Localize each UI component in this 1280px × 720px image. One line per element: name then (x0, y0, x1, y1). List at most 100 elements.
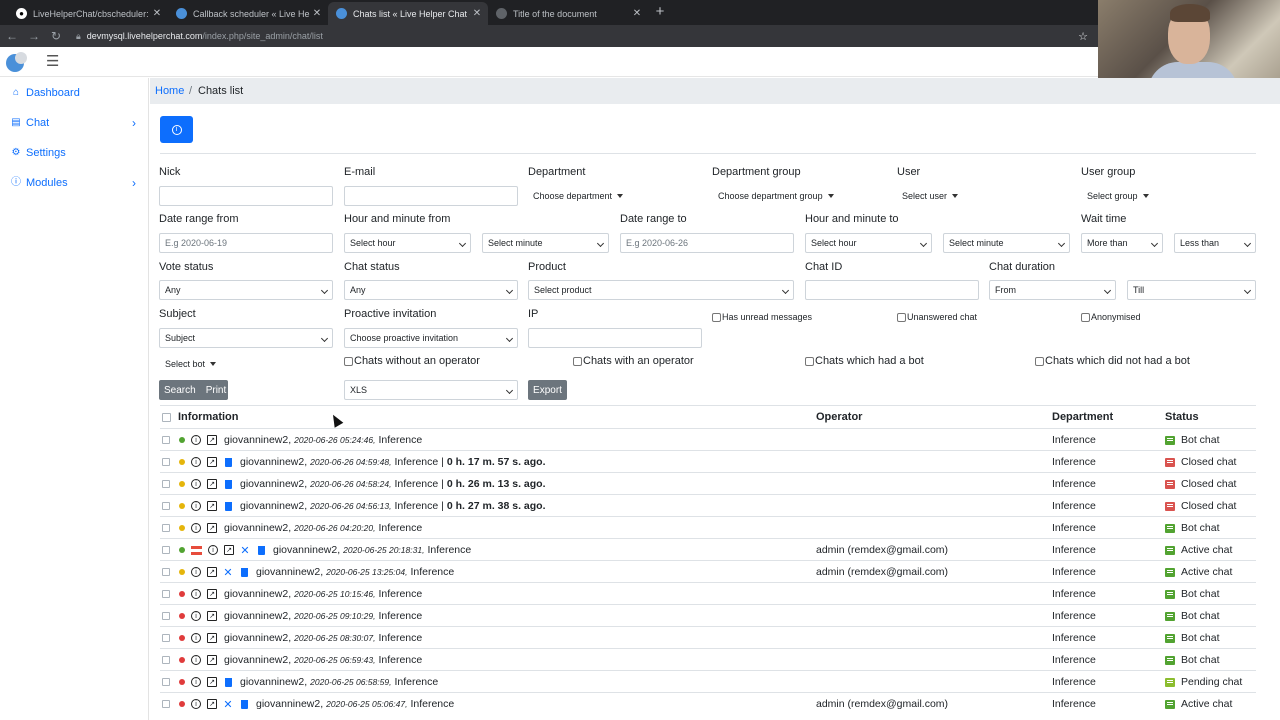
subject-select[interactable]: Subject (159, 328, 333, 348)
chat-nick[interactable]: giovanninew2, (224, 588, 291, 600)
product-select[interactable]: Select product (528, 280, 794, 300)
user-dropdown[interactable]: Select user (897, 186, 958, 206)
close-tab-icon[interactable]: ✕ (150, 8, 164, 19)
chat-nick[interactable]: giovanninew2, (256, 698, 323, 710)
nick-input[interactable] (159, 186, 333, 206)
select-all-checkbox[interactable] (162, 406, 171, 428)
export-format-select[interactable]: XLS (344, 380, 518, 400)
row-checkbox[interactable] (162, 546, 170, 554)
proactive-select[interactable]: Choose proactive invitation (344, 328, 518, 348)
chat-nick[interactable]: giovanninew2, (224, 632, 291, 644)
column-header-information[interactable]: Information (178, 406, 239, 428)
open-chat-icon[interactable]: ↗ (207, 677, 217, 687)
close-tab-icon[interactable]: ✕ (470, 8, 484, 19)
table-row[interactable]: i ↗ giovanninew2, 2020-06-25 09:10:29, Infer… (160, 604, 1256, 626)
table-row[interactable]: i ↗ giovanninew2, 2020-06-25 10:15:46, Infer… (160, 582, 1256, 604)
open-chat-icon[interactable]: ↗ (207, 567, 217, 577)
row-checkbox[interactable] (162, 612, 170, 620)
with-operator-checkbox[interactable]: Chats with an operator (573, 355, 694, 367)
browser-tab[interactable]: Title of the document ✕ (488, 2, 648, 25)
chat-nick[interactable]: giovanninew2, (240, 478, 307, 490)
chat-nick[interactable]: giovanninew2, (224, 434, 291, 446)
back-icon[interactable]: ← (2, 29, 22, 43)
close-chat-icon[interactable]: ✕ (223, 567, 233, 579)
chat-nick[interactable]: giovanninew2, (240, 676, 307, 688)
checkbox-box[interactable] (805, 356, 814, 366)
hour-to-select[interactable]: Select hour (805, 233, 932, 253)
has-unread-checkbox[interactable]: Has unread messages (712, 312, 812, 322)
open-chat-icon[interactable]: ↗ (207, 699, 217, 709)
delete-icon[interactable] (223, 457, 233, 467)
table-row[interactable]: i ↗ giovanninew2, 2020-06-26 04:58:24, Infer… (160, 472, 1256, 494)
ip-input[interactable] (528, 328, 702, 348)
close-chat-icon[interactable]: ✕ (240, 545, 250, 557)
chat-id-input[interactable] (805, 280, 979, 300)
row-checkbox[interactable] (162, 568, 170, 576)
checkbox-box[interactable] (1035, 356, 1044, 366)
chat-nick[interactable]: giovanninew2, (224, 610, 291, 622)
url-host[interactable]: devmysql.livehelperchat.com (87, 31, 203, 41)
info-circle-icon[interactable]: i (191, 699, 201, 709)
search-button[interactable]: Search (159, 385, 201, 396)
row-checkbox[interactable] (162, 656, 170, 664)
open-chat-icon[interactable]: ↗ (207, 435, 217, 445)
browser-tab[interactable]: ● LiveHelperChat/cbscheduler: Cal ✕ (8, 2, 168, 25)
table-row[interactable]: i ↗ giovanninew2, 2020-06-26 04:56:13, Infer… (160, 494, 1256, 516)
reload-icon[interactable]: ↻ (46, 29, 66, 43)
table-row[interactable]: i ↗ ✕ giovanninew2, 2020-06-25 05:06:47, Infe… (160, 692, 1256, 714)
chat-nick[interactable]: giovanninew2, (224, 522, 291, 534)
delete-icon[interactable] (256, 545, 266, 555)
row-checkbox[interactable] (162, 678, 170, 686)
row-checkbox[interactable] (162, 634, 170, 642)
info-circle-icon[interactable]: i (191, 523, 201, 533)
open-chat-icon[interactable]: ↗ (207, 501, 217, 511)
lock-icon[interactable]: 🔒︎ (76, 31, 81, 42)
delete-icon[interactable] (223, 479, 233, 489)
wait-more-select[interactable]: More than (1081, 233, 1163, 253)
email-input[interactable] (344, 186, 518, 206)
table-row[interactable]: i ↗ giovanninew2, 2020-06-25 06:58:59, Infer… (160, 670, 1256, 692)
new-tab-icon[interactable]: + (652, 4, 668, 20)
info-circle-icon[interactable]: i (191, 633, 201, 643)
row-checkbox[interactable] (162, 480, 170, 488)
info-circle-icon[interactable]: i (191, 479, 201, 489)
table-row[interactable]: i ↗ giovanninew2, 2020-06-25 06:59:43, Infer… (160, 648, 1256, 670)
sidebar-item-settings[interactable]: ⚙ Settings (3, 138, 148, 168)
delete-icon[interactable] (223, 677, 233, 687)
column-header-status[interactable]: Status (1165, 406, 1199, 428)
close-tab-icon[interactable]: ✕ (310, 8, 324, 19)
date-from-input[interactable]: E.g 2020-06-19 (159, 233, 333, 253)
duration-from-select[interactable]: From (989, 280, 1116, 300)
column-header-operator[interactable]: Operator (816, 406, 862, 428)
chat-nick[interactable]: giovanninew2, (256, 566, 323, 578)
checkbox-box[interactable] (897, 312, 906, 322)
menu-toggle-icon[interactable]: ☰ (46, 54, 60, 69)
info-circle-icon[interactable]: i (208, 545, 218, 555)
chat-nick[interactable]: giovanninew2, (224, 654, 291, 666)
info-circle-icon[interactable]: i (191, 457, 201, 467)
user-group-dropdown[interactable]: Select group (1082, 186, 1149, 206)
hour-from-select[interactable]: Select hour (344, 233, 471, 253)
info-circle-icon[interactable]: i (191, 589, 201, 599)
info-circle-icon[interactable]: i (191, 655, 201, 665)
row-checkbox[interactable] (162, 524, 170, 532)
table-row[interactable]: i ↗ ✕ giovanninew2, 2020-06-25 20:18:31, Infe… (160, 538, 1256, 560)
checkbox-box[interactable] (1081, 312, 1090, 322)
info-circle-icon[interactable]: i (191, 567, 201, 577)
had-bot-checkbox[interactable]: Chats which had a bot (805, 355, 924, 367)
close-chat-icon[interactable]: ✕ (223, 699, 233, 711)
checkbox-box[interactable] (344, 356, 353, 366)
chat-nick[interactable]: giovanninew2, (240, 500, 307, 512)
open-chat-icon[interactable]: ↗ (207, 611, 217, 621)
row-checkbox[interactable] (162, 436, 170, 444)
delete-icon[interactable] (239, 567, 249, 577)
checkbox-box[interactable] (573, 356, 582, 366)
table-row[interactable]: i ↗ giovanninew2, 2020-06-26 04:59:48, Infer… (160, 450, 1256, 472)
vote-select[interactable]: Any (159, 280, 333, 300)
browser-tab-active[interactable]: Chats list « Live Helper Chat - liv ✕ (328, 2, 488, 25)
without-operator-checkbox[interactable]: Chats without an operator (344, 355, 480, 367)
unanswered-checkbox[interactable]: Unanswered chat (897, 312, 977, 322)
column-header-department[interactable]: Department (1052, 406, 1113, 428)
chat-nick[interactable]: giovanninew2, (240, 456, 307, 468)
department-group-dropdown[interactable]: Choose department group (713, 186, 834, 206)
